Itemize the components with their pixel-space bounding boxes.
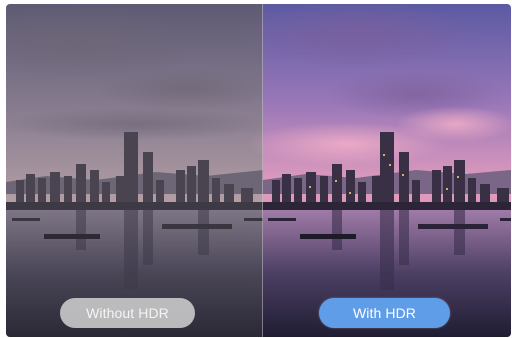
hdr-comparison-image bbox=[6, 4, 511, 337]
with-hdr-label: With HDR bbox=[352, 305, 417, 321]
without-hdr-label: Without HDR bbox=[86, 305, 169, 321]
with-hdr-badge: With HDR bbox=[319, 298, 450, 328]
split-divider bbox=[262, 4, 263, 337]
without-hdr-badge: Without HDR bbox=[60, 298, 195, 328]
with-hdr-panel bbox=[236, 4, 511, 337]
without-hdr-panel bbox=[6, 4, 276, 337]
